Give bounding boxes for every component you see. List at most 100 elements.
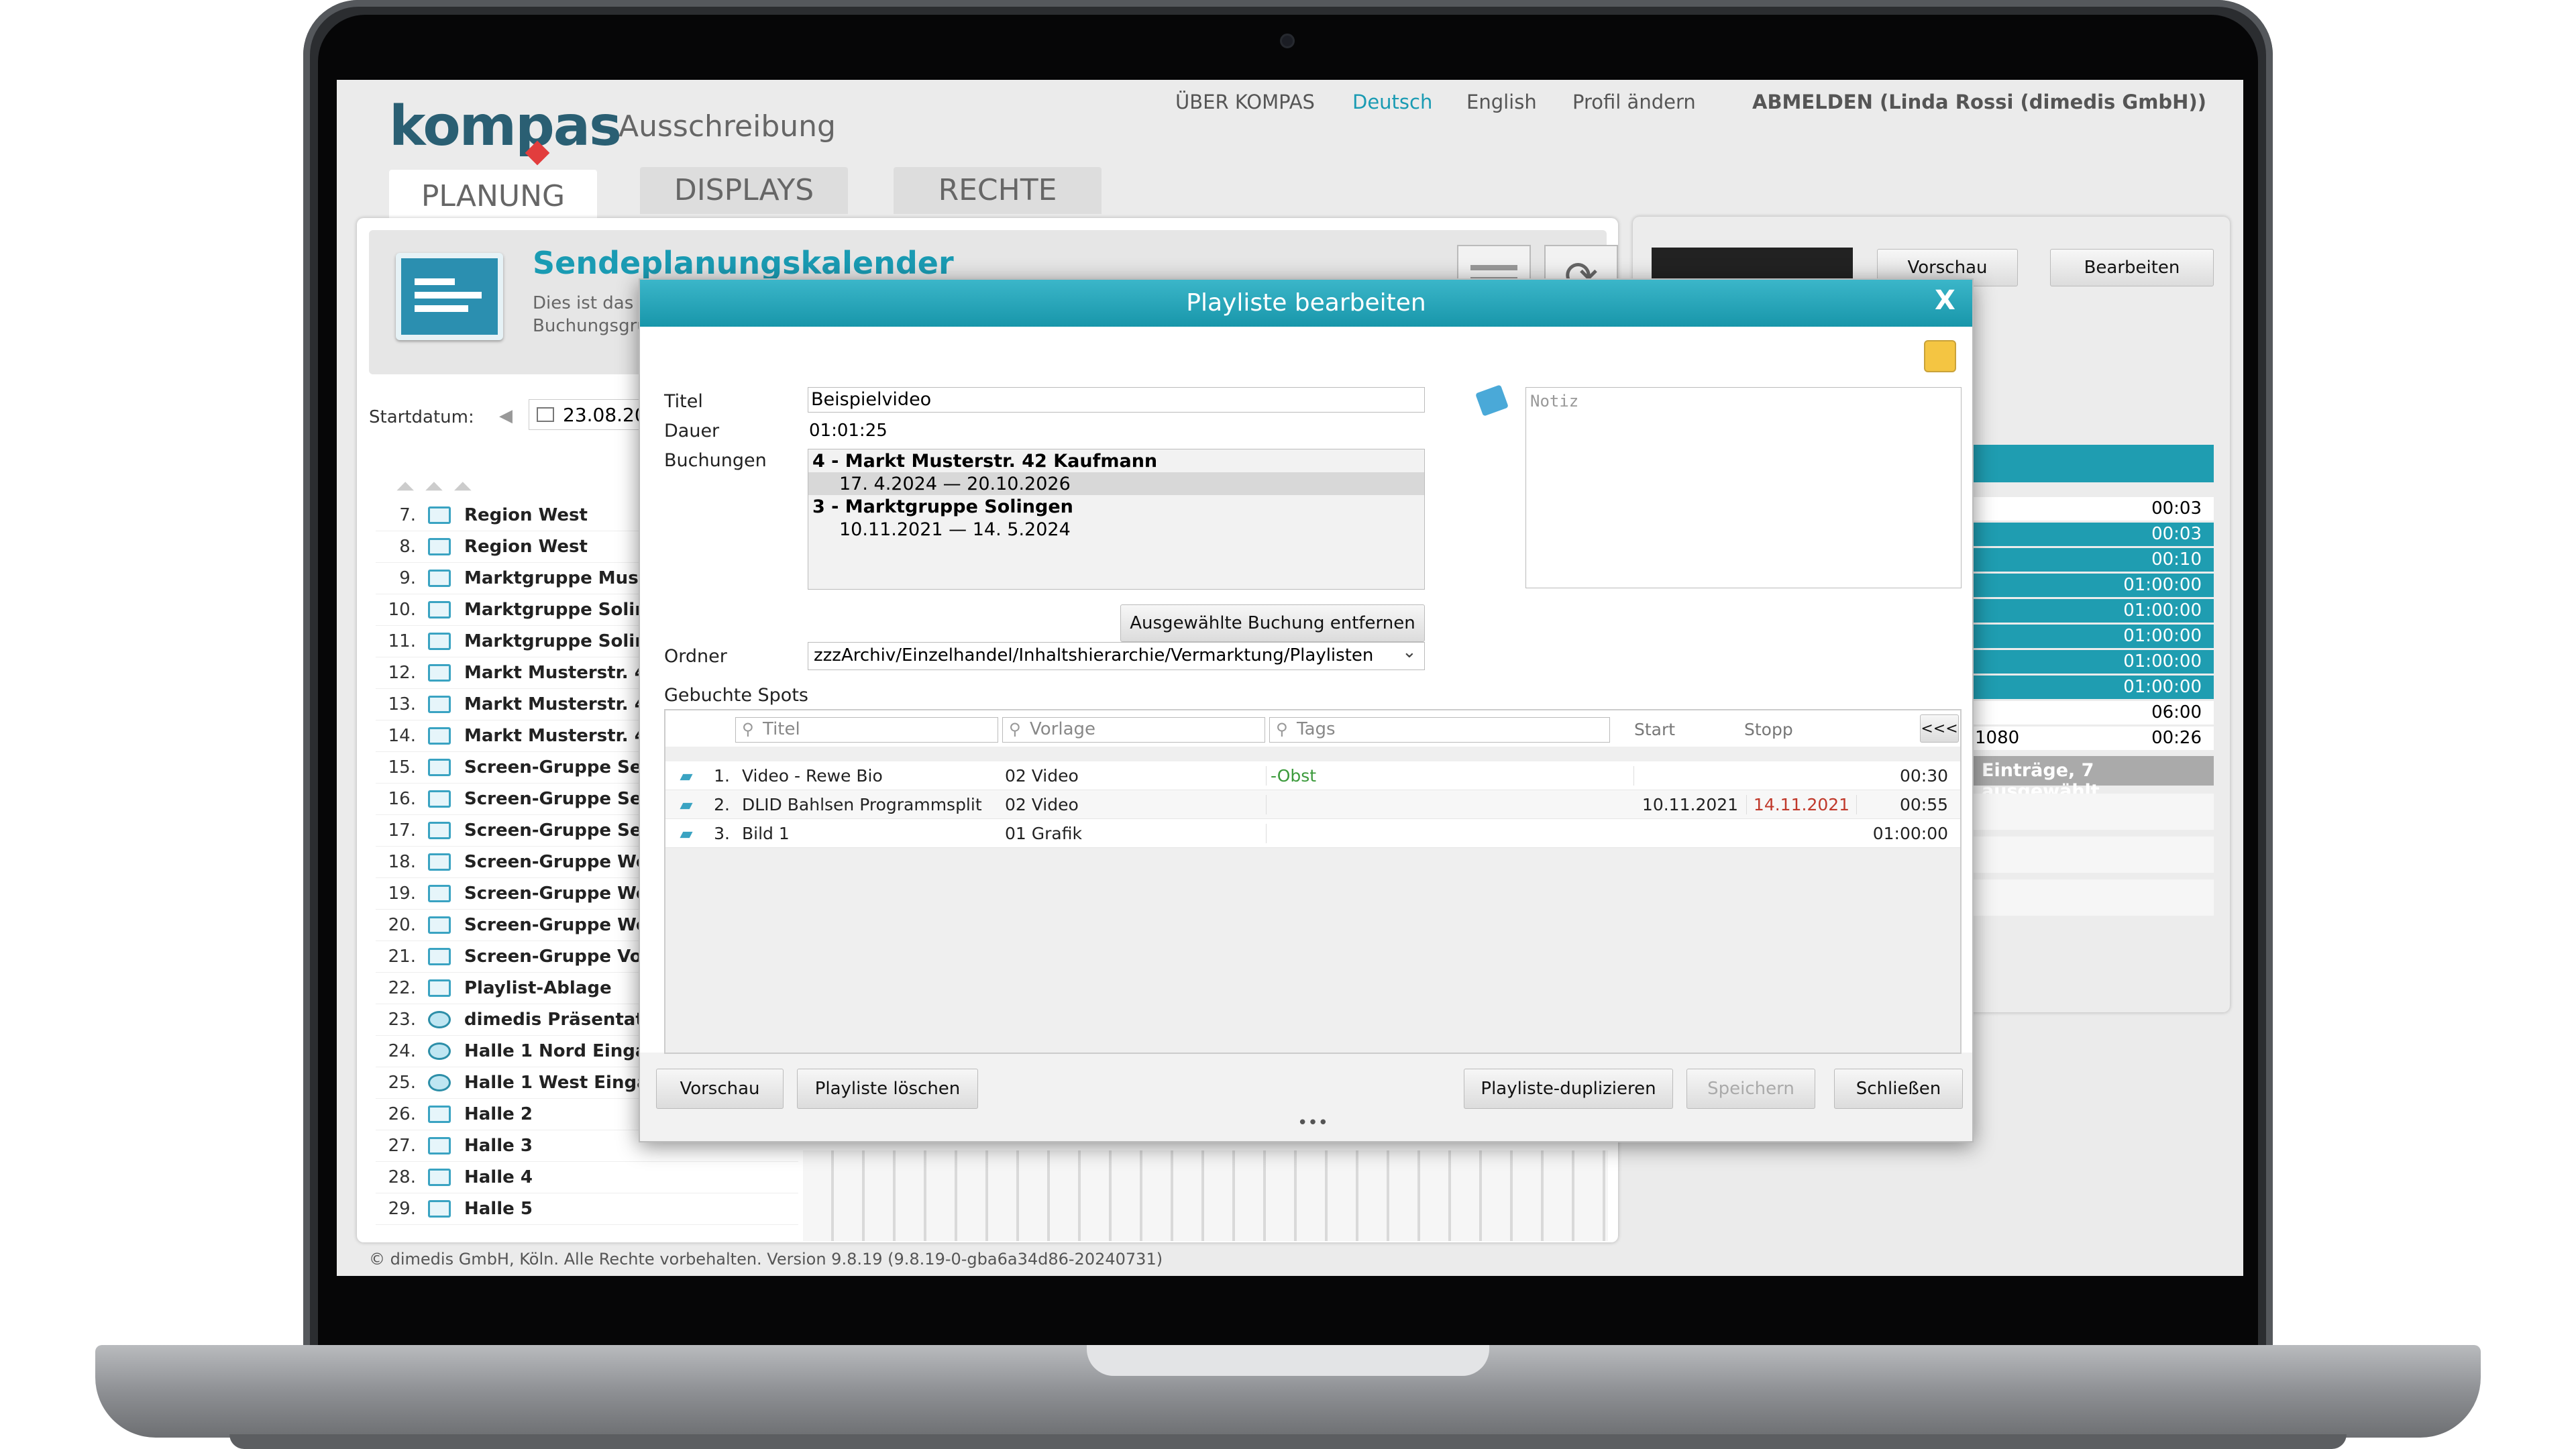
calendar-grid (803, 1150, 1608, 1241)
spot-number: 2. (714, 794, 730, 814)
title-input[interactable]: Beispielvideo (808, 387, 1425, 413)
spot-title: Video - Rewe Bio (742, 765, 883, 786)
folder-icon (428, 948, 451, 965)
spots-rows: ▰ 1. Video - Rewe Bio 02 Video -Obst 00:30 ▰ 2.… (665, 761, 1960, 848)
spot-row[interactable]: ▰ 3. Bild 1 01 Grafik 01:00:00 (665, 819, 1960, 848)
sort-arrows-icon[interactable]: ⏶⏶⏶ (396, 473, 482, 501)
booking-item[interactable]: 4 - Markt Musterstr. 42 Kaufmann (808, 449, 1424, 472)
link-english[interactable]: English (1466, 91, 1537, 113)
calendar-title: Sendeplanungskalender (533, 245, 954, 281)
tab-displays[interactable]: DISPLAYS (640, 167, 848, 214)
row-label: Halle 3 (464, 1136, 533, 1156)
edit-button[interactable]: Bearbeiten (2050, 249, 2214, 286)
folder-icon (428, 570, 451, 587)
calendar-row[interactable]: 28. Halle 4 (376, 1162, 798, 1193)
chevron-down-icon[interactable]: ⌄ (1402, 642, 1417, 662)
folder-icon (428, 1106, 451, 1123)
resize-grip-icon[interactable]: ••• (1297, 1113, 1328, 1133)
folder-icon (428, 633, 451, 650)
delete-playlist-button[interactable]: Playliste löschen (797, 1069, 978, 1109)
row-label: Screen-Gruppe We (464, 915, 648, 935)
booking-item[interactable]: 3 - Marktgruppe Solingen (808, 495, 1424, 518)
link-about[interactable]: ÜBER KOMPAS (1175, 91, 1315, 113)
row-label: Marktgruppe Must (464, 568, 647, 588)
link-deutsch[interactable]: Deutsch (1352, 91, 1432, 113)
row-label: Halle 5 (464, 1199, 533, 1219)
filter-tags-input[interactable]: Tags (1269, 717, 1610, 743)
row-label: Screen-Gruppe Ser (464, 789, 651, 809)
save-button[interactable]: Speichern (1686, 1069, 1815, 1109)
dialog-close-button[interactable]: X (1935, 285, 1955, 316)
row-number: 15. (388, 757, 416, 777)
search-icon: ⚲ (1009, 720, 1021, 739)
row-number: 7. (399, 505, 416, 525)
filter-title-input[interactable]: Titel (735, 717, 998, 743)
row-number: 23. (388, 1010, 416, 1030)
row-label: Halle 1 Nord Einga (464, 1041, 647, 1061)
spot-title: DLID Bahlsen Programmsplit (742, 794, 982, 814)
start-date-label: Startdatum: (369, 407, 474, 427)
spot-tags: -Obst (1267, 765, 1634, 786)
row-number: 9. (399, 568, 416, 588)
calendar-row[interactable]: 29. Halle 5 (376, 1193, 798, 1225)
folder-icon (428, 885, 451, 902)
booking-range[interactable]: 17. 4.2024 — 20.10.2026 (808, 472, 1424, 495)
duplicate-playlist-button[interactable]: Playliste-duplizieren (1464, 1069, 1673, 1109)
folder-select[interactable]: zzzArchiv/Einzelhandel/Inhaltshierarchie… (808, 642, 1425, 670)
row-label: Screen-Gruppe We (464, 852, 648, 872)
folder-icon (428, 759, 451, 776)
selection-summary: Einträge, 7 ausgewählt (1968, 756, 2214, 802)
col-stop-header: Stopp (1744, 720, 1793, 739)
filter-template-input[interactable]: Vorlage (1002, 717, 1265, 743)
search-icon: ⚲ (742, 720, 754, 739)
collapse-button[interactable]: <<< (1920, 714, 1959, 743)
row-label: Screen-Gruppe We (464, 883, 648, 904)
row-label: Screen-Gruppe Ser (464, 757, 651, 777)
tab-planung[interactable]: PLANUNG (389, 170, 597, 218)
duration-value: 01:01:25 (809, 421, 888, 441)
video-icon: ▰ (680, 794, 693, 814)
spot-row[interactable]: ▰ 1. Video - Rewe Bio 02 Video -Obst 00:30 (665, 761, 1960, 790)
playlist-dialog: Playliste bearbeiten X Titel Dauer Buchu… (639, 278, 1974, 1142)
spot-template: 02 Video (1001, 794, 1267, 814)
globe-icon (428, 1074, 451, 1091)
close-button[interactable]: Schließen (1834, 1069, 1963, 1109)
row-label: Markt Musterstr. 4 (464, 694, 647, 714)
folder-icon (428, 1200, 451, 1218)
row-number: 8. (399, 537, 416, 557)
folder-label: Ordner (664, 646, 727, 667)
row-number: 10. (388, 600, 416, 620)
spot-number: 1. (714, 765, 730, 786)
spot-row[interactable]: ▰ 2. DLID Bahlsen Programmsplit 02 Video 10.… (665, 790, 1960, 819)
app-screen: kompas Ausschreibung ÜBER KOMPAS Deutsch… (337, 80, 2243, 1276)
folder-icon (428, 1137, 451, 1155)
row-number: 13. (388, 694, 416, 714)
row-number: 25. (388, 1073, 416, 1093)
detail-row (1968, 879, 2214, 916)
prev-arrow-icon[interactable]: ◀ (499, 406, 513, 426)
spot-template: 02 Video (1001, 765, 1267, 786)
bookings-list[interactable]: 4 - Markt Musterstr. 42 Kaufmann 17. 4.2… (808, 449, 1425, 590)
spot-start: 10.11.2021 (1634, 794, 1747, 814)
link-profile[interactable]: Profil ändern (1572, 91, 1696, 113)
copyright-footer: © dimedis GmbH, Köln. Alle Rechte vorbeh… (369, 1250, 1163, 1269)
row-label: Screen-Gruppe Vor (464, 947, 651, 967)
tab-rechte[interactable]: RECHTE (894, 167, 1102, 214)
row-label: Halle 4 (464, 1167, 533, 1187)
lock-icon[interactable] (1924, 340, 1956, 372)
folder-icon (428, 664, 451, 682)
note-textarea[interactable]: Notiz (1525, 387, 1962, 588)
folder-icon (428, 506, 451, 524)
spot-template: 01 Grafik (1001, 823, 1267, 843)
col-start-header: Start (1634, 720, 1676, 739)
logout-link[interactable]: ABMELDEN (Linda Rossi (dimedis GmbH)) (1752, 91, 2206, 113)
row-label: Markt Musterstr. 4 (464, 663, 647, 683)
remove-booking-button[interactable]: Ausgewählte Buchung entfernen (1120, 604, 1425, 642)
globe-icon (428, 1011, 451, 1028)
laptop-foot (229, 1434, 2347, 1449)
dialog-preview-button[interactable]: Vorschau (656, 1069, 784, 1109)
spot-duration: 00:55 (1899, 794, 1948, 814)
spots-label: Gebuchte Spots (664, 685, 808, 706)
spot-duration: 00:30 (1899, 765, 1948, 786)
booking-range[interactable]: 10.11.2021 — 14. 5.2024 (808, 518, 1424, 541)
